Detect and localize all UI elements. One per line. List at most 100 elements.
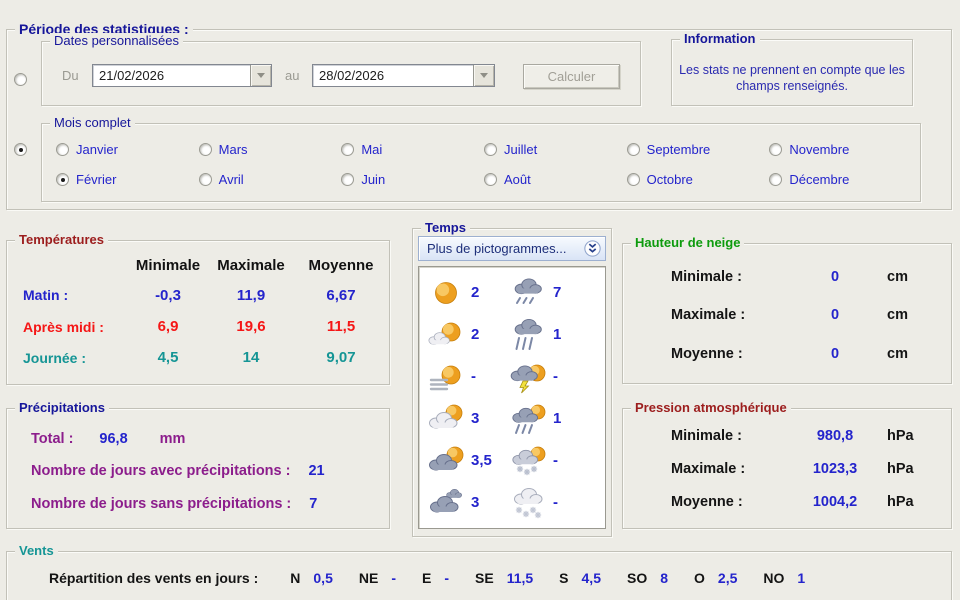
snow-max-value: 0 xyxy=(830,307,840,324)
wind-so-dir: SO xyxy=(626,570,648,586)
radio-novembre[interactable] xyxy=(769,142,783,156)
full-month-radio[interactable] xyxy=(14,143,27,156)
precipitations-title: Précipitations xyxy=(15,400,109,416)
radio-janvier[interactable] xyxy=(56,142,69,156)
month-option-aout[interactable]: Août xyxy=(484,172,627,187)
from-date-combobox[interactable]: 21/02/2026 xyxy=(92,64,272,87)
radio-juin[interactable] xyxy=(341,173,355,187)
month-option-juin[interactable]: Juin xyxy=(341,172,484,187)
pressure-min-row: Minimale : 980,8 hPa xyxy=(671,428,943,444)
column-header-avg: Moyenne xyxy=(308,256,374,274)
month-option-decembre[interactable]: Décembre xyxy=(769,172,912,187)
pressure-avg-label: Moyenne : xyxy=(671,493,743,510)
sun-days-count: 2 xyxy=(471,284,480,302)
pictogram-row: 3,5 - xyxy=(427,442,601,478)
light-rain-icon xyxy=(509,275,547,311)
weather-type-groupbox: Temps Plus de pictogrammes... 2 7 2 1 - xyxy=(412,220,612,537)
storm-sun-days-count: - xyxy=(553,368,558,386)
radio-decembre[interactable] xyxy=(769,173,783,187)
dark-clouds-sun-icon xyxy=(427,442,465,478)
month-option-mars[interactable]: Mars xyxy=(198,142,342,157)
pressure-title: Pression atmosphérique xyxy=(631,400,791,416)
hazy-sun-icon xyxy=(427,359,465,395)
wind-ne-dir: NE xyxy=(358,570,379,586)
more-pictograms-dropdown[interactable]: Plus de pictogrammes... xyxy=(418,236,606,261)
snow-min-value: 0 xyxy=(830,269,840,286)
sun-small-cloud-days-count: 2 xyxy=(471,326,480,344)
month-option-avril[interactable]: Avril xyxy=(198,172,342,187)
column-header-max: Maximale xyxy=(217,256,285,274)
precip-days-without-row: Nombre de jours sans précipitations : 7 xyxy=(31,496,381,512)
precip-days-with-row: Nombre de jours avec précipitations : 21 xyxy=(31,463,381,479)
heavy-rain-days-count: 1 xyxy=(553,326,562,344)
month-option-octobre[interactable]: Octobre xyxy=(626,172,770,187)
precip-days-with-label: Nombre de jours avec précipitations : xyxy=(31,463,291,480)
dark-clouds-icon xyxy=(427,484,465,520)
snow-min-label: Minimale : xyxy=(671,269,742,286)
wind-no-dir: NO xyxy=(763,570,785,586)
month-option-janvier[interactable]: Janvier xyxy=(56,142,199,157)
from-date-value: 21/02/2026 xyxy=(99,68,165,83)
wind-so-value: 8 xyxy=(660,570,669,586)
radio-aout[interactable] xyxy=(484,173,497,187)
custom-dates-groupbox: Dates personnalisées Du 21/02/2026 au 28… xyxy=(41,33,641,106)
wind-no: NO 1 xyxy=(763,570,805,586)
radio-fevrier[interactable] xyxy=(56,173,69,187)
light-rain-days-count: 7 xyxy=(553,284,562,302)
month-option-juillet[interactable]: Juillet xyxy=(484,142,627,157)
radio-avril[interactable] xyxy=(198,173,212,187)
pictogram-row: 3 1 xyxy=(427,400,601,436)
sun-icon xyxy=(427,275,465,311)
radio-septembre[interactable] xyxy=(626,142,640,156)
pressure-groupbox: Pression atmosphérique Minimale : 980,8 … xyxy=(622,400,952,529)
rain-sun-days-count: 1 xyxy=(553,409,562,427)
month-label: Février xyxy=(76,172,117,188)
precip-total-label: Total : xyxy=(31,431,74,448)
radio-juillet[interactable] xyxy=(484,142,497,156)
cloud-sun-icon xyxy=(427,400,465,436)
calculate-button[interactable]: Calculer xyxy=(523,64,620,89)
radio-octobre[interactable] xyxy=(626,173,640,187)
radio-mars[interactable] xyxy=(198,142,212,156)
wind-e-value: - xyxy=(444,570,449,586)
snow-sun-icon xyxy=(509,442,547,478)
month-option-novembre[interactable]: Novembre xyxy=(769,142,912,157)
information-title: Information xyxy=(680,31,760,47)
full-month-title: Mois complet xyxy=(50,115,135,131)
winds-title: Vents xyxy=(15,543,58,559)
to-date-dropdown-button[interactable] xyxy=(473,65,494,86)
dark-clouds-sun-days-count: 3,5 xyxy=(471,451,492,469)
hazy-sun-days-count: - xyxy=(471,368,476,386)
from-date-dropdown-button[interactable] xyxy=(250,65,271,86)
pressure-max-value: 1023,3 xyxy=(812,460,858,477)
precip-total-value: 96,8 xyxy=(99,431,128,448)
radio-mai[interactable] xyxy=(341,142,355,156)
temp-journee-avg: 9,07 xyxy=(326,349,356,366)
snow-height-title: Hauteur de neige xyxy=(631,235,745,251)
wind-so: SO 8 xyxy=(627,570,668,586)
month-option-fevrier[interactable]: Février xyxy=(56,172,199,187)
period-groupbox: Période des statistiques : Dates personn… xyxy=(6,21,952,210)
custom-dates-radio[interactable] xyxy=(14,73,27,86)
wind-ne: NE - xyxy=(359,570,396,586)
pictogram-row: 2 1 xyxy=(427,317,601,353)
month-label: Septembre xyxy=(646,141,711,157)
rain-sun-icon xyxy=(509,400,547,436)
pressure-min-value: 980,8 xyxy=(816,427,854,444)
precip-days-without-label: Nombre de jours sans précipitations : xyxy=(31,495,292,512)
pressure-min-unit: hPa xyxy=(887,427,914,444)
to-date-value: 28/02/2026 xyxy=(319,68,385,83)
wind-n-dir: N xyxy=(290,570,301,586)
month-option-mai[interactable]: Mai xyxy=(341,142,484,157)
precip-total-row: Total : 96,8 mm xyxy=(31,431,381,447)
wind-se: SE 11,5 xyxy=(475,570,533,586)
storm-sun-icon xyxy=(509,359,547,395)
to-date-combobox[interactable]: 28/02/2026 xyxy=(312,64,495,87)
month-option-septembre[interactable]: Septembre xyxy=(626,141,770,157)
snow-min-unit: cm xyxy=(887,269,908,286)
double-chevron-down-icon xyxy=(584,240,601,257)
precipitations-rows: Total : 96,8 mm Nombre de jours avec pré… xyxy=(31,423,381,520)
temp-journee-min: 4,5 xyxy=(157,349,179,366)
cloud-sun-days-count: 3 xyxy=(471,409,480,427)
snow-max-label: Maximale : xyxy=(671,307,746,324)
